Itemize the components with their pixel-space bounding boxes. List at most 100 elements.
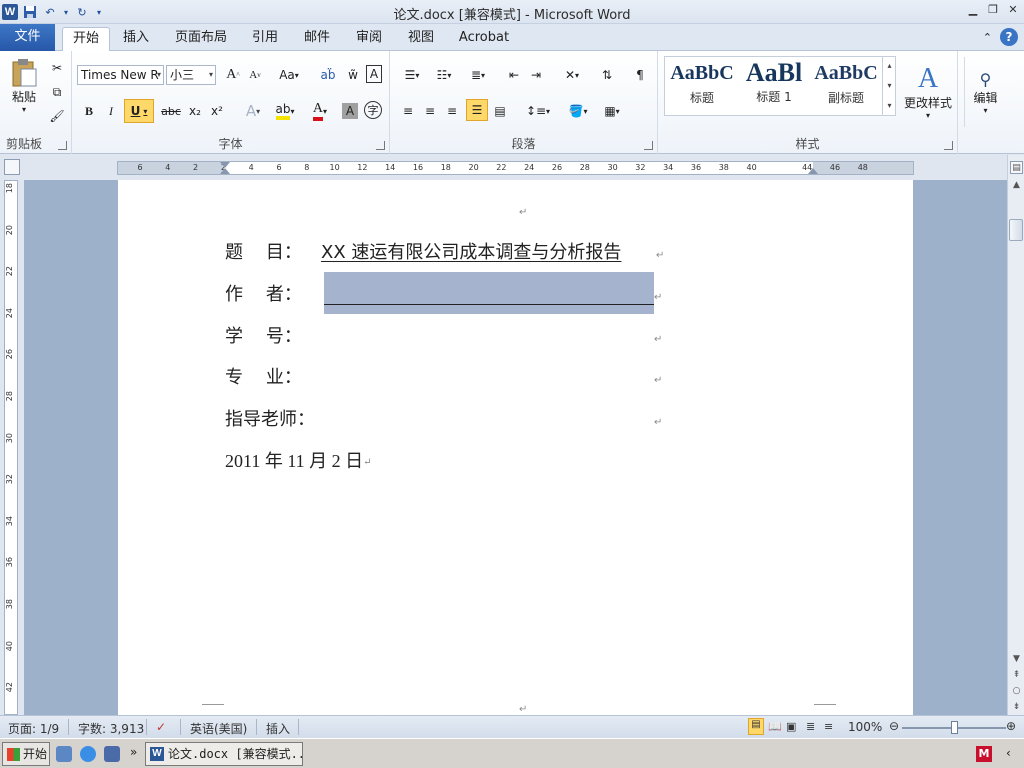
shrink-font-button[interactable]: Av (246, 65, 264, 85)
clipboard-launcher-icon[interactable] (58, 141, 67, 150)
align-right-icon[interactable]: ≡ (442, 101, 462, 121)
close-icon[interactable]: ✕ (1006, 3, 1020, 16)
multilevel-list-icon[interactable]: ≣ ▾ (464, 65, 492, 85)
doc-line-student-id[interactable]: 学 号： (225, 324, 321, 350)
ie-icon[interactable] (80, 746, 96, 762)
char-shading-icon[interactable]: A (342, 103, 358, 119)
doc-line-date[interactable]: 2011 年 11 月 2 日↵ (225, 448, 372, 474)
sort-icon[interactable]: ⇅ (596, 65, 618, 85)
zoom-in-icon[interactable]: ⊕ (1006, 719, 1016, 733)
tray-mcafee-icon[interactable]: M (976, 746, 992, 762)
justify-icon[interactable]: ☰ (466, 99, 488, 121)
enclose-char-icon[interactable]: w̃ (342, 65, 364, 85)
paste-button[interactable]: 粘贴 ▾ (6, 55, 42, 117)
hanging-indent-marker[interactable] (220, 168, 230, 174)
full-screen-view-icon[interactable]: 📖 (768, 720, 782, 733)
font-size-select[interactable]: 小三 ▾ (166, 65, 216, 85)
show-desktop-icon[interactable] (56, 746, 72, 762)
next-page-icon[interactable]: ⇟ (1010, 701, 1023, 714)
minimize-ribbon-icon[interactable]: ⌃ (983, 31, 992, 44)
tray-expand-icon[interactable]: ‹ (1006, 746, 1011, 760)
doc-line-author[interactable]: 作 者： (225, 282, 321, 308)
strikethrough-button[interactable]: abc (160, 101, 182, 121)
font-launcher-icon[interactable] (376, 141, 385, 150)
zoom-out-icon[interactable]: ⊖ (889, 719, 899, 733)
doc-line-title[interactable]: 题 目： XX 速运有限公司成本调查与分析报告 (225, 240, 621, 266)
style-subtitle[interactable]: AaBbC 副标题 (810, 58, 882, 114)
view-ruler-icon[interactable]: ▤ (1010, 161, 1023, 174)
align-center-icon[interactable]: ≡ (420, 101, 440, 121)
change-case-button[interactable]: Aa ▾ (276, 65, 302, 85)
scroll-down-icon[interactable]: ▼ (1010, 653, 1023, 666)
document-page[interactable]: ↵ 题 目： XX 速运有限公司成本调查与分析报告 ↵ 作 者： ↵ 学 号： ↵… (118, 180, 913, 715)
tab-insert[interactable]: 插入 (114, 27, 158, 51)
phonetic-guide-icon[interactable]: ab̈ (318, 65, 338, 85)
tab-page-layout[interactable]: 页面布局 (168, 27, 234, 51)
borders-icon[interactable]: ▦ ▾ (598, 101, 626, 121)
tab-view[interactable]: 视图 (400, 27, 442, 51)
style-title[interactable]: AaBbC 标题 (666, 58, 738, 114)
media-player-icon[interactable] (104, 746, 120, 762)
format-painter-icon[interactable]: 🖌 (48, 107, 66, 125)
chinese-layout-icon[interactable]: ✕ ▾ (558, 65, 586, 85)
print-layout-view-icon[interactable]: ▤ (748, 718, 764, 735)
tab-selector[interactable] (4, 159, 20, 175)
doc-line-major[interactable]: 专 业： (225, 365, 321, 391)
zoom-level[interactable]: 100% (848, 720, 882, 734)
styles-launcher-icon[interactable] (944, 141, 953, 150)
enclosed-char-icon[interactable]: 字 (364, 101, 382, 119)
minimize-icon[interactable]: ▁ (966, 3, 980, 16)
shading-icon[interactable]: 🪣 ▾ (564, 101, 592, 121)
zoom-slider-thumb[interactable] (951, 721, 958, 734)
style-heading-1[interactable]: AaBl 标题 1 (738, 58, 810, 114)
paragraph-launcher-icon[interactable] (644, 141, 653, 150)
scroll-thumb[interactable] (1009, 219, 1023, 241)
text-effects-icon[interactable]: A ▾ (240, 101, 266, 121)
language[interactable]: 英语(美国) (190, 720, 247, 737)
tab-acrobat[interactable]: Acrobat (452, 27, 516, 51)
tab-mailings[interactable]: 邮件 (296, 27, 338, 51)
underline-button[interactable]: U ▾ (124, 99, 154, 123)
styles-scroll[interactable]: ▴ ▾ ▾ (882, 56, 896, 116)
help-icon[interactable]: ? (1000, 28, 1018, 46)
align-left-icon[interactable]: ≡ (398, 101, 418, 121)
char-border-icon[interactable]: A (366, 65, 382, 83)
font-name-select[interactable]: Times New R ▾ (77, 65, 164, 85)
superscript-button[interactable]: x² (208, 101, 226, 121)
quicklaunch-more-icon[interactable]: » (130, 745, 137, 759)
tab-file[interactable]: 文件 (0, 24, 55, 51)
tab-home[interactable]: 开始 (62, 27, 110, 51)
change-styles-button[interactable]: A 更改样式 ▾ (900, 57, 956, 127)
insert-mode[interactable]: 插入 (266, 720, 290, 737)
show-marks-icon[interactable]: ¶ (630, 65, 650, 85)
highlight-icon[interactable]: ab ▾ (270, 101, 300, 121)
start-button[interactable]: 开始 (2, 742, 50, 766)
vertical-scrollbar[interactable]: ▤ ▲ ▼ ⇞ ○ ⇟ (1007, 155, 1024, 715)
distributed-icon[interactable]: ▤ (490, 101, 510, 121)
font-color-icon[interactable]: A ▾ (306, 101, 334, 121)
horizontal-ruler[interactable]: 6 4 2 2 4 6 8 10 12 14 16 18 20 22 24 26 28 30 32 34 36 38 40 4… (117, 161, 914, 175)
draft-view-icon[interactable]: ≡ (824, 720, 833, 733)
taskbar-word-window[interactable]: W 论文.docx [兼容模式... (145, 742, 303, 766)
line-spacing-icon[interactable]: ↕≡ ▾ (524, 101, 552, 121)
decrease-indent-icon[interactable]: ⇤ (504, 65, 524, 85)
restore-icon[interactable]: ❐ (986, 3, 1000, 16)
grow-font-button[interactable]: A ^ (224, 65, 242, 85)
outline-view-icon[interactable]: ≣ (806, 720, 815, 733)
previous-page-icon[interactable]: ⇞ (1010, 669, 1023, 682)
proofing-icon[interactable]: ✓ (156, 720, 166, 734)
bullets-icon[interactable]: ☰ ▾ (398, 65, 426, 85)
select-browse-object-icon[interactable]: ○ (1010, 685, 1023, 698)
italic-button[interactable]: I (102, 101, 120, 121)
numbering-icon[interactable]: ☷ ▾ (430, 65, 458, 85)
increase-indent-icon[interactable]: ⇥ (526, 65, 546, 85)
bold-button[interactable]: B (80, 101, 98, 121)
word-count[interactable]: 字数: 3,913 (78, 720, 144, 737)
cut-icon[interactable]: ✂ (48, 59, 66, 77)
doc-line-advisor[interactable]: 指导老师： (225, 407, 321, 433)
editing-button[interactable]: ⚲ 编辑 ▾ (964, 57, 1006, 127)
vertical-ruler[interactable]: 18 20 22 24 26 28 30 32 34 36 38 40 42 (4, 180, 18, 715)
scroll-up-icon[interactable]: ▲ (1010, 179, 1023, 192)
right-indent-marker[interactable] (808, 168, 818, 174)
tab-review[interactable]: 审阅 (348, 27, 390, 51)
